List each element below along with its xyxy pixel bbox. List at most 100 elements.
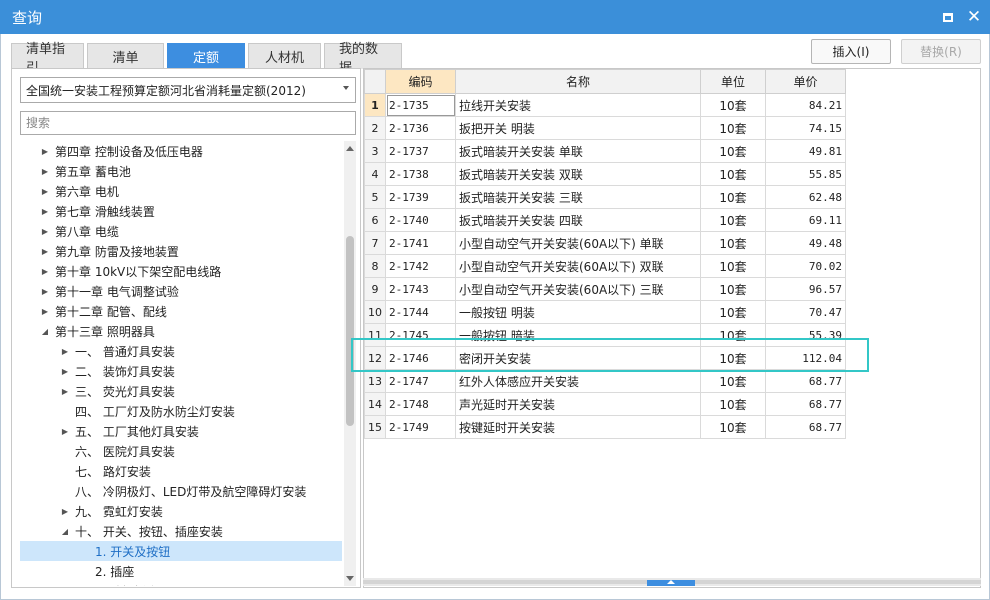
collapsed-arrow-icon[interactable]: ▶ (40, 307, 50, 316)
replace-button[interactable]: 替换(R) (901, 39, 981, 64)
expanded-arrow-icon[interactable]: ◢ (60, 527, 70, 536)
row-number[interactable]: 6 (364, 208, 386, 232)
row-number[interactable]: 12 (364, 346, 386, 370)
cell-unit[interactable]: 10套 (700, 277, 766, 301)
cell-code[interactable]: 2-1739 (385, 185, 456, 209)
tab-quota[interactable]: 定额 (167, 43, 245, 69)
cell-unit[interactable]: 10套 (700, 254, 766, 278)
header-name[interactable]: 名称 (455, 69, 701, 94)
tree-item[interactable]: ▶ 第七章 滑触线装置 (20, 201, 342, 221)
cell-name[interactable]: 扳式暗装开关安装 双联 (455, 162, 701, 186)
table-row[interactable]: 15 2-1749 按键延时开关安装 10套 68.77 (364, 415, 846, 439)
scroll-down-icon[interactable] (346, 576, 354, 581)
cell-unit[interactable]: 10套 (700, 208, 766, 232)
row-number[interactable]: 11 (364, 323, 386, 347)
cell-price[interactable]: 112.04 (765, 346, 846, 370)
tree-item[interactable]: 六、 医院灯具安装 (20, 441, 342, 461)
cell-name[interactable]: 扳式暗装开关安装 四联 (455, 208, 701, 232)
row-number[interactable]: 13 (364, 369, 386, 393)
collapsed-arrow-icon[interactable]: ▶ (40, 187, 50, 196)
tree-item[interactable]: ▶ 第十章 10kV以下架空配电线路 (20, 261, 342, 281)
cell-code[interactable]: 2-1749 (385, 415, 456, 439)
collapsed-arrow-icon[interactable]: ▶ (60, 347, 70, 356)
tree-item[interactable]: ◢ 十、 开关、按钮、插座安装 (20, 521, 342, 541)
tree-item[interactable]: ▶ 二、 装饰灯具安装 (20, 361, 342, 381)
cell-code[interactable]: 2-1748 (385, 392, 456, 416)
collapsed-arrow-icon[interactable]: ▶ (60, 427, 70, 436)
cell-name[interactable]: 密闭开关安装 (455, 346, 701, 370)
row-number[interactable]: 8 (364, 254, 386, 278)
tree-item[interactable]: ▶ 第六章 电机 (20, 181, 342, 201)
table-row[interactable]: 13 2-1747 红外人体感应开关安装 10套 68.77 (364, 369, 846, 393)
row-number[interactable]: 1 (364, 93, 386, 117)
header-unit[interactable]: 单位 (700, 69, 766, 94)
table-row[interactable]: 1 2-1735 拉线开关安装 10套 84.21 (364, 93, 846, 117)
table-row[interactable]: 14 2-1748 声光延时开关安装 10套 68.77 (364, 392, 846, 416)
cell-unit[interactable]: 10套 (700, 185, 766, 209)
collapsed-arrow-icon[interactable]: ▶ (40, 287, 50, 296)
tree-item[interactable]: ▶ 九、 霓虹灯安装 (20, 501, 342, 521)
tree-item[interactable]: ◢ 第十三章 照明器具 (20, 321, 342, 341)
tree-item[interactable]: ▶ 第十一章 电气调整试验 (20, 281, 342, 301)
maximize-button[interactable] (938, 7, 958, 27)
cell-unit[interactable]: 10套 (700, 346, 766, 370)
cell-price[interactable]: 84.21 (765, 93, 846, 117)
cell-unit[interactable]: 10套 (700, 323, 766, 347)
collapsed-arrow-icon[interactable]: ▶ (60, 507, 70, 516)
tree-item[interactable]: 1. 开关及按钮 (20, 541, 342, 561)
cell-price[interactable]: 70.47 (765, 300, 846, 324)
tree-item[interactable]: ▶ 五、 工厂其他灯具安装 (20, 421, 342, 441)
table-row[interactable]: 12 2-1746 密闭开关安装 10套 112.04 (364, 346, 846, 370)
collapsed-arrow-icon[interactable]: ▶ (60, 367, 70, 376)
cell-price[interactable]: 96.57 (765, 277, 846, 301)
tree-item[interactable]: ▶ 第九章 防雷及接地装置 (20, 241, 342, 261)
cell-name[interactable]: 小型自动空气开关安装(60A以下) 单联 (455, 231, 701, 255)
cell-code[interactable]: 2-1745 (385, 323, 456, 347)
tab-bill-guide[interactable]: 清单指引 (11, 42, 84, 76)
tree-item[interactable]: 四、 工厂灯及防水防尘灯安装 (20, 401, 342, 421)
collapsed-arrow-icon[interactable]: ▶ (40, 267, 50, 276)
cell-code[interactable]: 2-1737 (385, 139, 456, 163)
expanded-arrow-icon[interactable]: ◢ (40, 327, 50, 336)
cell-unit[interactable]: 10套 (700, 139, 766, 163)
cell-unit[interactable]: 10套 (700, 162, 766, 186)
cell-unit[interactable]: 10套 (700, 300, 766, 324)
cell-name[interactable]: 声光延时开关安装 (455, 392, 701, 416)
tree-item[interactable]: 七、 路灯安装 (20, 461, 342, 481)
table-row[interactable]: 4 2-1738 扳式暗装开关安装 双联 10套 55.85 (364, 162, 846, 186)
tree-item[interactable]: 八、 冷阴极灯、LED灯带及航空障碍灯安装 (20, 481, 342, 501)
search-input[interactable] (20, 111, 356, 135)
cell-unit[interactable]: 10套 (700, 369, 766, 393)
cell-price[interactable]: 70.02 (765, 254, 846, 278)
table-row[interactable]: 9 2-1743 小型自动空气开关安装(60A以下) 三联 10套 96.57 (364, 277, 846, 301)
panel-splitter[interactable] (647, 580, 695, 586)
cell-name[interactable]: 扳式暗装开关安装 单联 (455, 139, 701, 163)
cell-name[interactable]: 扳式暗装开关安装 三联 (455, 185, 701, 209)
row-number[interactable]: 4 (364, 162, 386, 186)
row-number[interactable]: 9 (364, 277, 386, 301)
collapsed-arrow-icon[interactable]: ▶ (40, 207, 50, 216)
cell-price[interactable]: 74.15 (765, 116, 846, 140)
cell-code[interactable]: 2-1747 (385, 369, 456, 393)
cell-price[interactable]: 68.77 (765, 415, 846, 439)
tree-item[interactable]: ▶ 第八章 电缆 (20, 221, 342, 241)
collapsed-arrow-icon[interactable]: ▶ (60, 387, 70, 396)
tab-my-data[interactable]: 我的数据 (324, 42, 402, 76)
collapsed-arrow-icon[interactable]: ▶ (40, 247, 50, 256)
cell-price[interactable]: 62.48 (765, 185, 846, 209)
cell-name[interactable]: 拉线开关安装 (455, 93, 701, 117)
table-row[interactable]: 6 2-1740 扳式暗装开关安装 四联 10套 69.11 (364, 208, 846, 232)
tree-item[interactable]: ▶ 第五章 蓄电池 (20, 161, 342, 181)
cell-code[interactable]: 2-1735 (385, 93, 456, 117)
insert-button[interactable]: 插入(I) (811, 39, 891, 64)
row-number[interactable]: 7 (364, 231, 386, 255)
header-code[interactable]: 编码 (385, 69, 456, 94)
chevron-up-icon[interactable] (667, 580, 675, 584)
cell-unit[interactable]: 10套 (700, 415, 766, 439)
cell-price[interactable]: 49.48 (765, 231, 846, 255)
row-number[interactable]: 2 (364, 116, 386, 140)
cell-code[interactable]: 2-1736 (385, 116, 456, 140)
table-row[interactable]: 2 2-1736 扳把开关 明装 10套 74.15 (364, 116, 846, 140)
row-number[interactable]: 10 (364, 300, 386, 324)
cell-unit[interactable]: 10套 (700, 231, 766, 255)
